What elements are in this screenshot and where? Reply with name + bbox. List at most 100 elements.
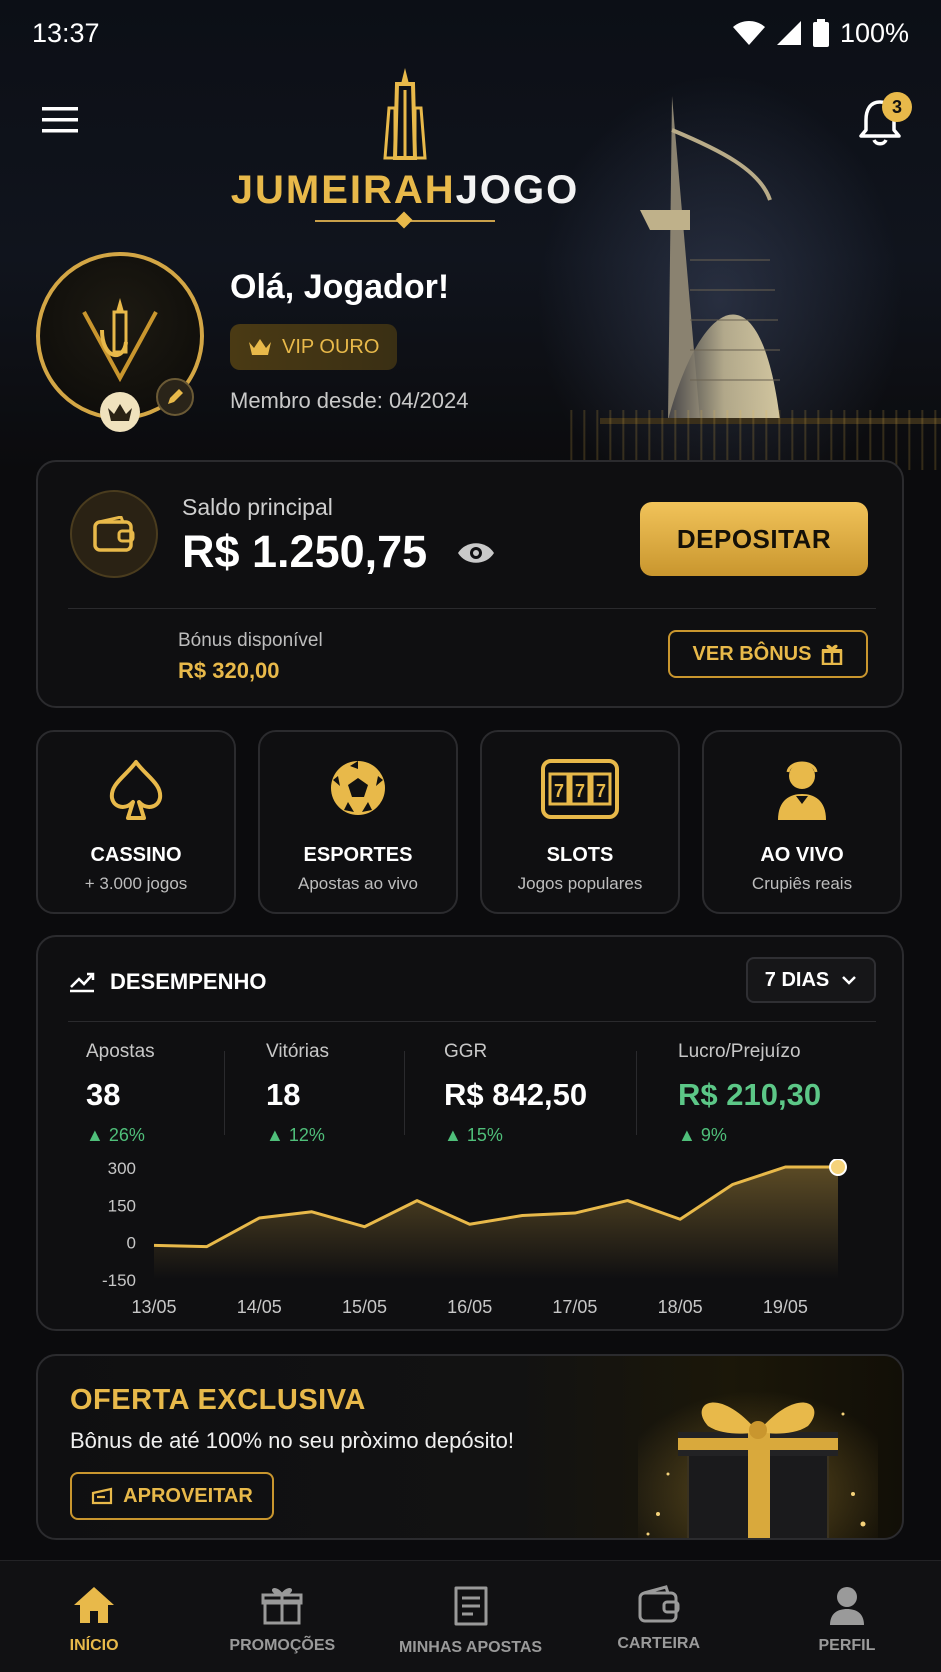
stat-change: ▲ 9% (678, 1125, 727, 1145)
eye-icon[interactable] (456, 538, 496, 568)
stat-change-value: 9% (700, 1125, 727, 1145)
stat-label: Lucro/Prejuízo (678, 1041, 801, 1062)
y-tick-label: 150 (108, 1196, 136, 1215)
wifi-icon (732, 21, 765, 45)
nav-label: PERFIL (818, 1637, 876, 1654)
brand-name-part2: JOGO (455, 168, 580, 212)
vip-label: VIP OURO (282, 335, 380, 358)
tower-logo-icon (383, 68, 427, 160)
balance-label: Saldo principal (182, 494, 333, 520)
stat-value: R$ 842,50 (444, 1077, 588, 1112)
nav-home[interactable]: INÍCIO (0, 1561, 188, 1672)
crown-icon (100, 392, 140, 432)
stat-change: ▲ 26% (86, 1125, 145, 1145)
x-tick-label: 16/05 (447, 1297, 492, 1317)
balance-value: R$ 1.250,75 (182, 526, 428, 577)
stat-wins: Vitórias 18 ▲ 12% (266, 1041, 329, 1146)
brand-logo: JUMEIRAHJOGO (230, 68, 580, 238)
menu-icon[interactable] (40, 100, 80, 140)
notification-badge: 3 (882, 92, 912, 122)
gift-icon (261, 1588, 303, 1625)
nav-wallet[interactable]: CARTEIRA (565, 1561, 753, 1672)
brand-name-part1: JUMEIRAH (230, 168, 456, 212)
status-time: 13:37 (32, 17, 100, 48)
svg-text:7: 7 (554, 781, 564, 801)
stat-value: R$ 210,30 (678, 1077, 822, 1112)
stat-label: Vitórias (266, 1041, 330, 1062)
claim-offer-label: APROVEITAR (123, 1484, 253, 1507)
y-tick-label: 300 (108, 1159, 136, 1178)
stat-ggr: GGR R$ 842,50 ▲ 15% (444, 1041, 587, 1146)
stat-profit: Lucro/Prejuízo R$ 210,30 ▲ 9% (678, 1041, 821, 1146)
nav-label: CARTEIRA (617, 1635, 701, 1652)
view-bonus-label: VER BÔNUS (692, 642, 812, 665)
nav-my-bets[interactable]: MINHAS APOSTAS (376, 1561, 564, 1672)
brand-name: JUMEIRAHJOGO (230, 168, 580, 213)
stat-change: ▲ 12% (266, 1125, 325, 1145)
x-tick-label: 13/05 (131, 1297, 176, 1317)
y-tick-label: 0 (127, 1234, 136, 1253)
stat-bets: Apostas 38 ▲ 26% (86, 1041, 155, 1146)
deposit-button[interactable]: DEPOSITAR (640, 502, 868, 576)
stat-label: GGR (444, 1041, 488, 1062)
exclusive-offer-card: OFERTA EXCLUSIVA Bônus de até 100% no se… (36, 1354, 904, 1540)
battery-icon (812, 19, 829, 47)
category-subtitle: + 3.000 jogos (84, 874, 188, 893)
x-tick-label: 18/05 (658, 1297, 703, 1317)
logo-diamond (395, 211, 413, 229)
view-bonus-button[interactable]: VER BÔNUS (668, 630, 868, 678)
soccer-ball-icon (260, 758, 456, 828)
period-dropdown[interactable]: 7 DIAS (746, 957, 876, 1003)
stat-change-value: 26% (108, 1125, 145, 1145)
x-tick-label: 17/05 (552, 1297, 597, 1317)
trend-icon (70, 972, 95, 993)
home-icon (74, 1587, 115, 1623)
edit-avatar-icon[interactable] (156, 378, 194, 416)
performance-header: DESEMPENHO (68, 969, 266, 995)
performance-divider (68, 1021, 876, 1022)
nav-label: MINHAS APOSTAS (398, 1639, 543, 1656)
crown-icon (249, 339, 271, 355)
wallet-icon (70, 490, 158, 578)
stat-value: 38 (86, 1077, 121, 1112)
performance-title: DESEMPENHO (110, 969, 267, 994)
battery-percent: 100% (839, 17, 909, 48)
betslip-icon (454, 1586, 487, 1626)
nav-label: INÍCIO (69, 1637, 119, 1654)
signal-icon (776, 21, 801, 45)
claim-offer-button[interactable]: APROVEITAR (70, 1472, 274, 1520)
stat-value: 18 (266, 1077, 301, 1112)
greeting: Olá, Jogador! (230, 268, 450, 306)
category-slots[interactable]: 777 SLOTS Jogos populares (480, 730, 680, 914)
category-casino[interactable]: CASSINO + 3.000 jogos (36, 730, 236, 914)
bottom-navigation: INÍCIO PROMOÇÕES MINHAS APOSTAS CARTEIRA… (0, 1560, 941, 1672)
nav-promotions[interactable]: PROMOÇÕES (188, 1561, 376, 1672)
chart-point (829, 1159, 847, 1176)
svg-text:7: 7 (596, 781, 606, 801)
category-live[interactable]: AO VIVO Crupiês reais (702, 730, 902, 914)
category-sports[interactable]: ESPORTES Apostas ao vivo (258, 730, 458, 914)
spade-icon (38, 758, 234, 828)
svg-text:7: 7 (575, 781, 585, 801)
bonus-value: R$ 320,00 (178, 658, 280, 683)
chevron-down-icon (842, 976, 857, 985)
stat-label: Apostas (86, 1041, 155, 1062)
category-title: CASSINO (90, 844, 182, 866)
nav-profile[interactable]: PERFIL (753, 1561, 941, 1672)
x-tick-label: 19/05 (763, 1297, 808, 1317)
category-title: AO VIVO (760, 844, 844, 866)
x-tick-label: 15/05 (342, 1297, 387, 1317)
vip-emblem-icon (82, 298, 158, 382)
period-value: 7 DIAS (764, 968, 830, 991)
stat-separator (404, 1051, 405, 1135)
x-tick-label: 14/05 (237, 1297, 282, 1317)
slot-machine-icon: 777 (482, 758, 678, 828)
stat-separator (224, 1051, 225, 1135)
offer-subtitle: Bônus de até 100% no seu pròximo depósit… (70, 1428, 514, 1453)
stat-separator (636, 1051, 637, 1135)
stat-change: ▲ 15% (444, 1125, 503, 1145)
category-subtitle: Crupiês reais (751, 874, 853, 893)
wallet-icon (638, 1585, 680, 1623)
gift-icon (822, 644, 843, 665)
dealer-icon (704, 758, 900, 828)
